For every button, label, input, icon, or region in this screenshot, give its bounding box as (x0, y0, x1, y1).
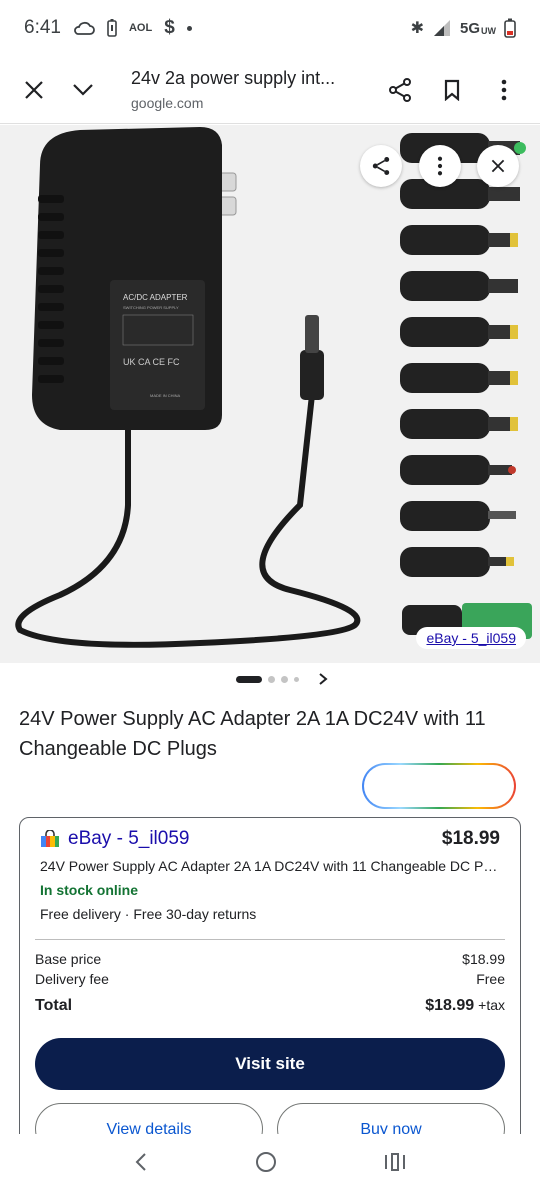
page-title: 24v 2a power supply int... (131, 68, 336, 88)
browser-toolbar: 24v 2a power supply int... google.com (0, 56, 540, 124)
signal-icon (433, 20, 450, 36)
image-close-button[interactable] (477, 145, 519, 187)
recents-button[interactable] (384, 1152, 406, 1177)
divider (35, 939, 505, 940)
chevron-down-icon (73, 84, 93, 96)
battery-icon (504, 18, 516, 38)
aol-icon: AOL (128, 22, 153, 34)
offer-price: $18.99 (441, 828, 500, 849)
base-price-label: Base price (35, 951, 102, 967)
product-image[interactable]: AC/DC ADAPTER SWITCHING POWER SUPPLY UK … (0, 125, 540, 663)
shopping-bag-icon (41, 830, 59, 847)
status-bar: 6:41 AOL $ ✱ 5G UW (0, 0, 540, 56)
seller-link[interactable]: eBay - 5_il059 (68, 828, 189, 850)
carousel-dot[interactable] (294, 677, 299, 682)
recents-icon (385, 1152, 406, 1171)
visit-site-button[interactable]: Visit site (35, 1038, 505, 1090)
adapter-marks: UK CA CE FC (123, 357, 180, 367)
product-title: 24V Power Supply AC Adapter 2A 1A DC24V … (19, 708, 486, 760)
carousel-indicator (236, 676, 299, 683)
delivery-fee-row: Delivery fee Free (35, 971, 505, 987)
power-adapter-image: AC/DC ADAPTER SWITCHING POWER SUPPLY UK … (15, 127, 532, 648)
more-options-button[interactable] (480, 66, 528, 114)
delivery-fee-value: Free (476, 971, 505, 987)
base-price-row: Base price $18.99 (35, 951, 505, 967)
chevron-right-icon (319, 673, 328, 685)
tax-note: +tax (478, 997, 505, 1013)
carousel-dot[interactable] (236, 676, 262, 683)
offer-card: eBay - 5_il059 $18.99 24V Power Supply A… (19, 817, 521, 1155)
total-label: Total (35, 997, 73, 1014)
total-row: Total $18.99 +tax (35, 997, 505, 1015)
image-source-link[interactable]: eBay - 5_il059 (416, 627, 526, 649)
carousel-dot[interactable] (268, 676, 275, 683)
home-icon (255, 1151, 276, 1172)
share-button[interactable] (376, 66, 424, 114)
network-type: 5G (459, 19, 480, 37)
bluetooth-icon: ✱ (410, 20, 424, 37)
back-icon (135, 1152, 146, 1171)
cloud-icon (74, 21, 95, 35)
ai-action-pill[interactable] (362, 763, 516, 809)
image-share-button[interactable] (360, 145, 402, 187)
base-price-value: $18.99 (462, 951, 505, 967)
adapter-sub-label: SWITCHING POWER SUPPLY (123, 305, 179, 310)
bookmark-icon (444, 79, 460, 101)
network-sub: UW (481, 26, 496, 36)
close-icon (491, 159, 505, 173)
stock-status: In stock online (40, 882, 139, 898)
delivery-fee-label: Delivery fee (35, 971, 109, 987)
adapter-made-in: MADE IN CHINA (150, 393, 181, 398)
battery-saver-icon (107, 19, 117, 37)
delivery-info: Free delivery · Free 30-day returns (40, 906, 257, 922)
clock: 6:41 (24, 17, 61, 38)
adapter-label: AC/DC ADAPTER (123, 293, 188, 302)
system-nav-bar (0, 1134, 540, 1194)
total-value: $18.99 (425, 997, 475, 1014)
page-url: google.com (131, 95, 204, 111)
back-button[interactable] (134, 1152, 148, 1177)
page-title-block: 24v 2a power supply int... google.com (131, 68, 335, 111)
collapse-button[interactable] (59, 66, 107, 114)
close-button[interactable] (10, 66, 58, 114)
more-vert-icon (437, 156, 443, 176)
carousel-dot[interactable] (281, 676, 288, 683)
close-icon (25, 81, 43, 99)
offer-description: 24V Power Supply AC Adapter 2A 1A DC24V … (40, 858, 500, 874)
more-vert-icon (501, 79, 507, 101)
carousel-next-button[interactable] (318, 672, 328, 691)
image-more-button[interactable] (419, 145, 461, 187)
share-icon (372, 157, 390, 175)
dot-icon (186, 25, 192, 31)
home-button[interactable] (255, 1151, 277, 1178)
bookmark-button[interactable] (428, 66, 476, 114)
share-icon (389, 78, 411, 102)
dollar-icon: $ (164, 17, 175, 38)
